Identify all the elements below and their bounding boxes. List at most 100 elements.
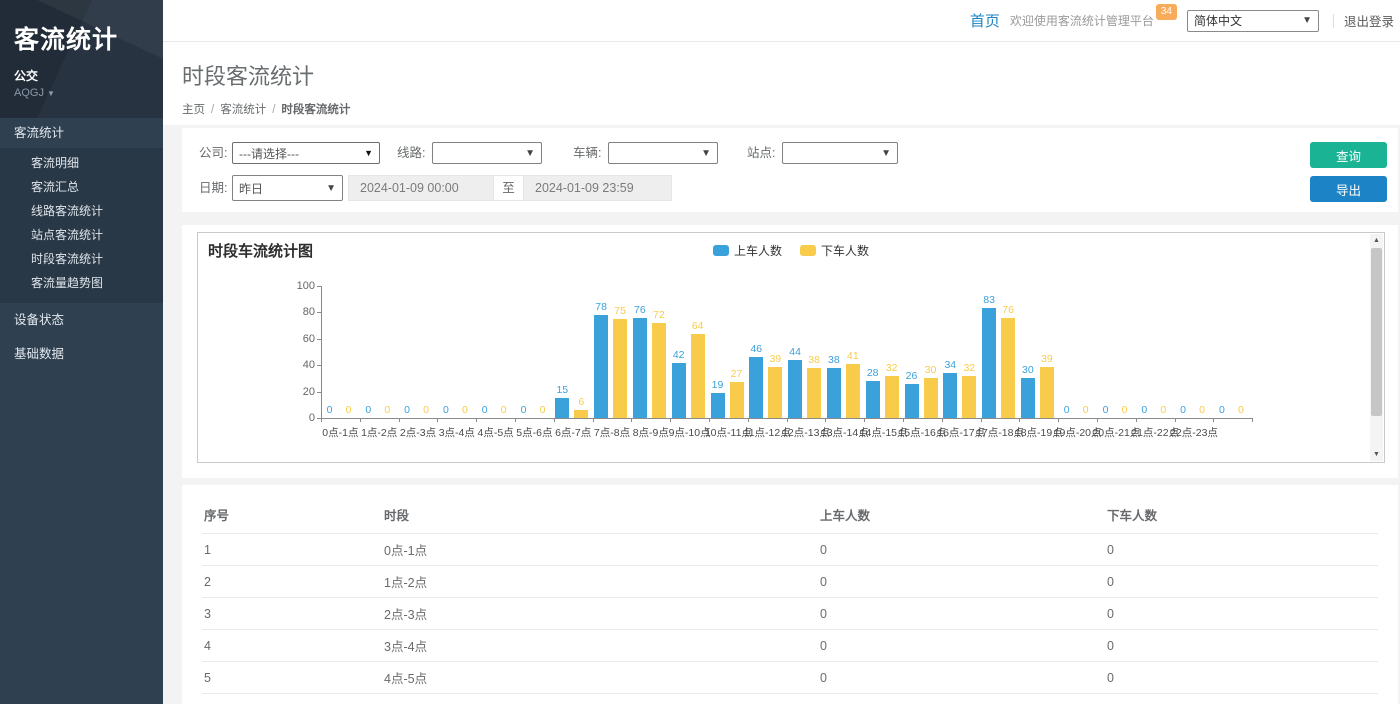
x-axis-tick [1136,418,1137,422]
legend-item[interactable]: 下车人数 [800,242,869,259]
table-cell: 0 [1105,566,1378,598]
language-select[interactable]: 简体中文 ▼ [1187,10,1319,32]
table-cell: 0 [818,534,1105,566]
date-label: 日期: [199,175,227,201]
x-axis-tick [321,418,322,422]
table-row: 32点-3点00 [202,598,1378,630]
table-cell: 4 [202,630,382,662]
period-stats-table: 序号时段上车人数下车人数 10点-1点0021点-2点0032点-3点0043点… [202,497,1378,704]
sidebar-item-station-stats[interactable]: 站点客流统计 [0,223,163,247]
sidebar-item-passenger-summary[interactable]: 客流汇总 [0,175,163,199]
station-select[interactable]: ▼ [782,142,898,164]
query-button[interactable]: 查询 [1310,142,1387,168]
x-axis-tick [476,418,477,422]
line-label: 线路: [397,141,425,165]
home-link[interactable]: 首页 [970,10,1000,31]
scrollbar-thumb[interactable] [1371,248,1382,416]
y-axis-tick-label: 60 [287,333,315,345]
sidebar-item-passenger-detail[interactable]: 客流明细 [0,151,163,175]
chart-bar[interactable] [749,357,763,418]
chart-bar-value: 76 [993,304,1023,316]
sidebar-item-line-stats[interactable]: 线路客流统计 [0,199,163,223]
vehicle-select[interactable]: ▼ [608,142,718,164]
sidebar-item-period-stats[interactable]: 时段客流统计 [0,247,163,271]
chart-bar[interactable] [691,334,705,418]
chart-bar-value: 38 [799,354,829,366]
chart-bar[interactable] [905,384,919,418]
chart-bar-value: 30 [1013,364,1043,376]
chart-bar[interactable] [672,363,686,418]
x-axis-tick [515,418,516,422]
company-label: 公司: [199,141,227,165]
x-axis-tick [1175,418,1176,422]
table-cell: 4点-5点 [382,662,818,694]
scroll-up-icon[interactable]: ▲ [1370,234,1383,247]
page-title: 时段客流统计 [182,59,1400,91]
chart-bar[interactable] [924,378,938,418]
chart-bar-value: 75 [605,305,635,317]
station-label: 站点: [747,141,775,165]
x-axis-tick [554,418,555,422]
x-axis-tick [593,418,594,422]
sidebar-item-passenger-stats[interactable]: 客流统计 [0,118,163,148]
table-cell: 0 [818,630,1105,662]
chart-bar-value: 42 [664,349,694,361]
chart-bar[interactable] [768,367,782,418]
sidebar-item-trend-chart[interactable]: 客流量趋势图 [0,271,163,295]
table-cell: 5 [202,662,382,694]
sidebar-item-base-data[interactable]: 基础数据 [0,337,163,371]
date-to-input[interactable]: 2024-01-09 23:59 [523,175,672,201]
topbar: 首页 欢迎使用客流统计管理平台 34 简体中文 ▼ 退出登录 [163,0,1400,42]
notification-badge[interactable]: 34 [1156,4,1177,20]
table-cell: 0 [818,694,1105,704]
chart-bar[interactable] [962,376,976,418]
chart-bar[interactable] [711,393,725,418]
y-axis-tick-label: 40 [287,359,315,371]
chart-vertical-scrollbar[interactable]: ▲ ▼ [1370,234,1383,461]
chart-bar-value: 0 [1187,404,1217,416]
chart-bar[interactable] [574,410,588,418]
chart-bar[interactable] [827,368,841,418]
table-header-cell: 序号 [202,497,382,534]
x-axis-tick [981,418,982,422]
chart-bar[interactable] [652,323,666,418]
y-axis-tick [317,312,321,313]
company-select[interactable]: ---请选择---▼ [232,142,380,164]
date-from-input[interactable]: 2024-01-09 00:00 [348,175,494,201]
chart-bar[interactable] [943,373,957,418]
filter-row-2: 日期: 昨日▼ 2024-01-09 00:00 至 2024-01-09 23… [182,175,1398,201]
logout-link[interactable]: 退出登录 [1344,11,1394,30]
chart-bar-value: 19 [703,379,733,391]
chart-bar[interactable] [788,360,802,418]
export-button[interactable]: 导出 [1310,176,1387,202]
chart-bar[interactable] [1021,378,1035,418]
chart-bar[interactable] [885,376,899,418]
chart-bar-value: 0 [528,404,558,416]
chart-bar[interactable] [866,381,880,418]
legend-item[interactable]: 上车人数 [713,242,782,259]
chart-bar[interactable] [1001,318,1015,418]
table-header-cell: 时段 [382,497,818,534]
chart-bar[interactable] [807,368,821,418]
date-preset-select[interactable]: 昨日▼ [232,175,343,201]
table-cell: 0 [1105,694,1378,704]
filter-panel: 公司: ---请选择---▼ 线路: ▼ 车辆: ▼ 站点: ▼ 日期: 昨日▼… [182,128,1398,212]
chart-bar[interactable] [613,319,627,418]
x-axis-tick [825,418,826,422]
table-row: 10点-1点00 [202,534,1378,566]
chevron-down-icon: ▼ [1302,15,1312,26]
line-select[interactable]: ▼ [432,142,542,164]
chart-bar[interactable] [633,318,647,418]
chart-bar-value: 0 [1226,404,1256,416]
chart-bar[interactable] [846,364,860,418]
sidebar-item-device-status[interactable]: 设备状态 [0,303,163,337]
chart-bar[interactable] [1040,367,1054,418]
user-menu[interactable]: AQGJ▼ [14,87,163,99]
breadcrumb-section[interactable]: 客流统计 [220,104,266,116]
y-axis-tick-label: 100 [287,280,315,292]
scroll-down-icon[interactable]: ▼ [1370,448,1383,461]
chart-bar-value: 0 [1071,404,1101,416]
chart-bar[interactable] [730,382,744,418]
table-row: 54点-5点00 [202,662,1378,694]
breadcrumb-home[interactable]: 主页 [182,104,205,116]
